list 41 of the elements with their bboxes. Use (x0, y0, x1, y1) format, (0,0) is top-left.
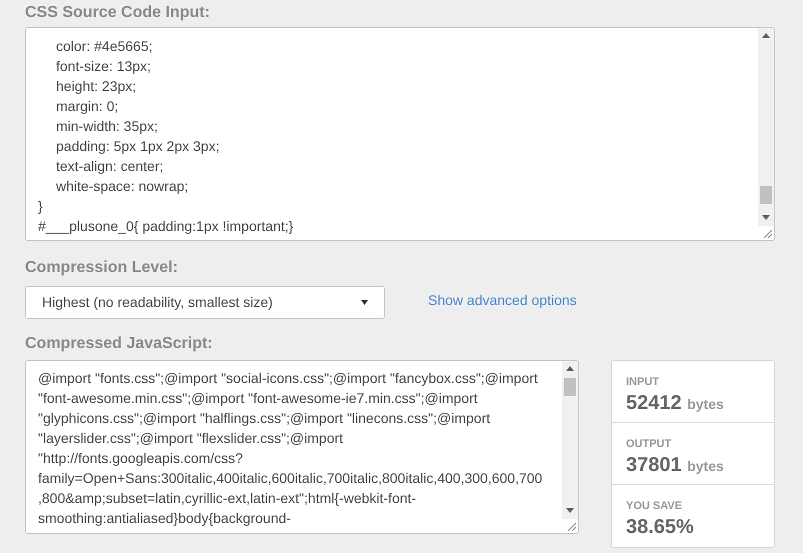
stat-label: YOU SAVE (626, 499, 682, 513)
scroll-up-arrow-icon[interactable] (762, 31, 770, 41)
code-input-area[interactable]: color: #4e5665; font-size: 13px; height: 23px; margin: 0; min-width: 35px; padding: 5px 1px 2px 3px; text-align: center; white-space: nowrap; } #___plusone_0{ padding:1px !important;} (25, 27, 775, 241)
code-line: white-space: nowrap; (56, 177, 188, 196)
code-line: padding: 5px 1px 2px 3px; (56, 137, 220, 156)
resize-grip-icon[interactable] (763, 229, 772, 238)
stat-label: OUTPUT (626, 437, 672, 451)
scrollbar[interactable] (562, 361, 578, 519)
output-line: "layerslider.css";@import "flexslider.css";@import (38, 429, 344, 448)
stat-value: 37801 (626, 454, 682, 476)
code-line: min-width: 35px; (56, 117, 158, 136)
stat-label: INPUT (626, 375, 659, 389)
code-line: } (38, 197, 43, 216)
output-line: "glyphicons.css";@import "halflings.css";@import "linecons.css";@import (38, 409, 490, 428)
output-text-area[interactable] (25, 360, 579, 534)
output-line: "font-awesome.min.css";@import "font-awesome-ie7.min.css";@import (38, 389, 478, 408)
section-heading: Compressed JavaScript: (25, 334, 213, 354)
scrollbar-thumb[interactable] (564, 378, 576, 396)
output-line: @import "fonts.css";@import "social-icons.css";@import "fancybox.css";@import (38, 369, 538, 388)
section-heading: Compression Level: (25, 258, 178, 278)
scrollbar-thumb[interactable] (760, 186, 772, 204)
code-line: text-align: center; (56, 157, 164, 176)
code-line: height: 23px; (56, 77, 136, 96)
stat-value: 38.65% (626, 516, 694, 538)
caret-icon (361, 300, 368, 305)
stat-value: 52412 (626, 392, 682, 414)
stat-unit: bytes (687, 396, 724, 412)
section-heading: CSS Source Code Input: (25, 3, 210, 23)
output-line: "http://fonts.googleapis.com/css? (38, 449, 243, 468)
dropdown-select[interactable]: Highest (no readability, smallest size) (25, 286, 385, 319)
code-line: margin: 0; (56, 97, 118, 116)
stat-unit: bytes (687, 458, 724, 474)
output-line: smoothing:antialiased}body{background- (38, 509, 291, 528)
code-line: color: #4e5665; (56, 37, 153, 56)
resize-grip-icon[interactable] (567, 522, 576, 531)
scroll-up-arrow-icon[interactable] (566, 364, 574, 374)
code-line: #___plusone_0{ padding:1px !important;} (38, 217, 294, 236)
scrollbar[interactable] (758, 28, 774, 226)
output-line: ,800&amp;subset=latin,cyrillic-ext,latin-ext";html{-webkit-font- (38, 489, 416, 508)
code-line: font-size: 13px; (56, 57, 151, 76)
output-line: family=Open+Sans:300italic,400italic,600italic,700italic,800italic,400,300,600,700 (38, 469, 542, 488)
